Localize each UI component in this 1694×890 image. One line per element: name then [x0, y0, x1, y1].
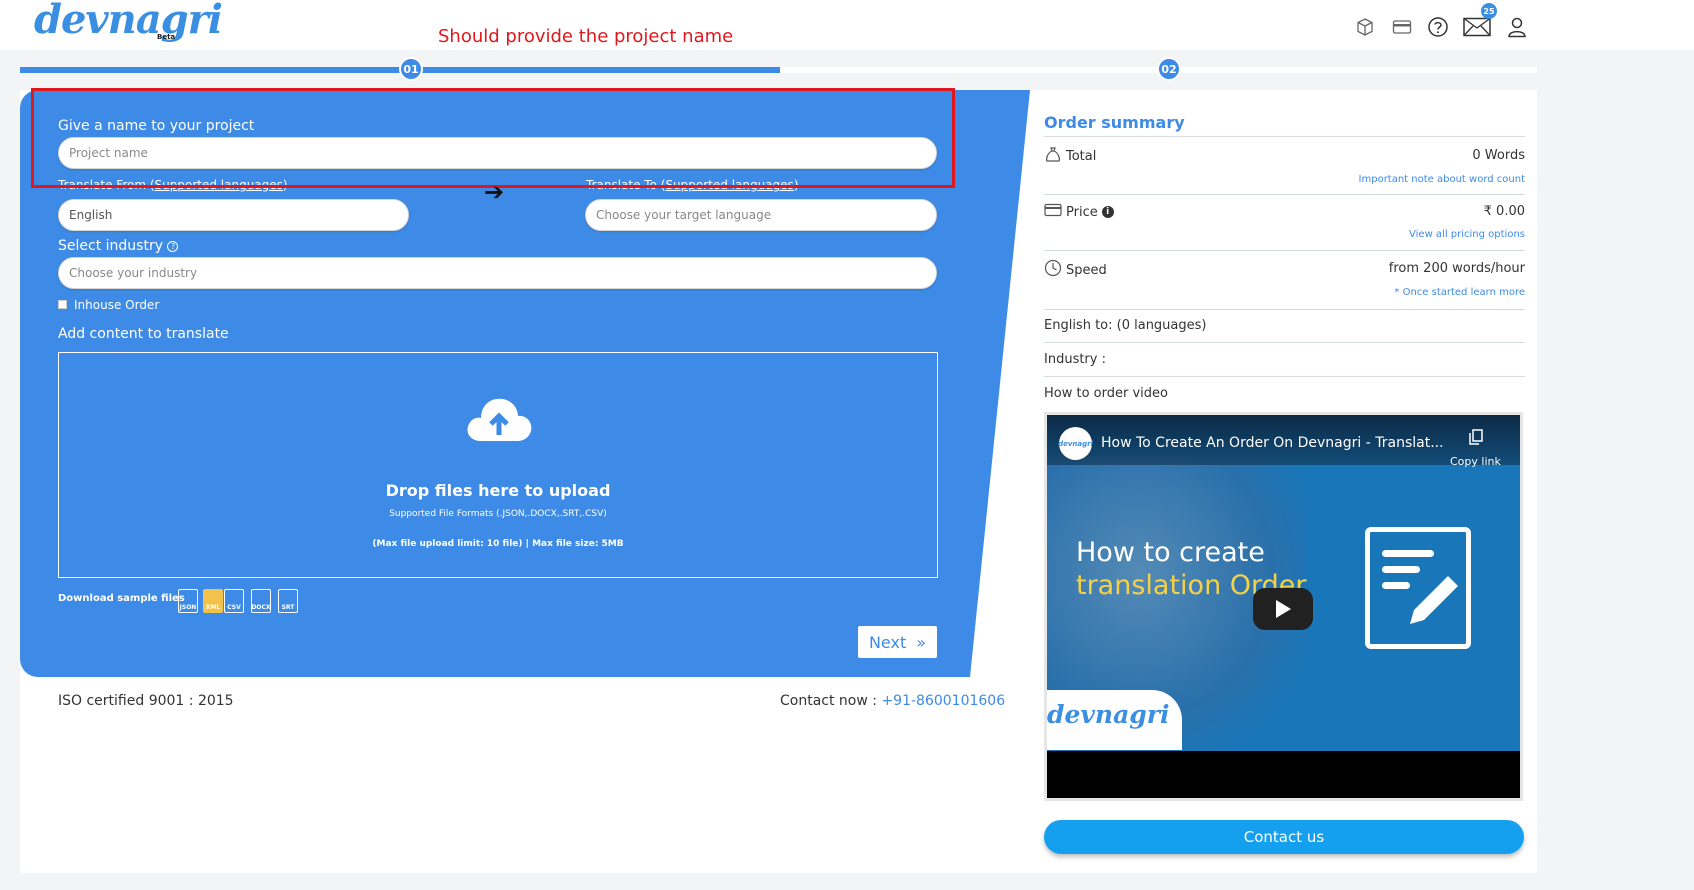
copy-link-label[interactable]: Copy link	[1450, 455, 1501, 468]
total-label: Total	[1066, 148, 1097, 164]
arrow-right-icon: ➔	[484, 178, 505, 206]
video-brand-logo: devnagri	[1047, 690, 1182, 750]
logo-beta-tag: Beta	[157, 33, 176, 41]
devnagri-logo[interactable]: devnagri	[34, 0, 223, 40]
weight-bag-icon	[1044, 145, 1062, 167]
divider	[1044, 250, 1525, 251]
info-icon[interactable]: i	[1101, 206, 1114, 218]
order-summary-title: Order summary	[1044, 113, 1185, 132]
clock-icon	[1044, 259, 1062, 281]
drop-files-formats: Supported File Formats (.JSON,.DOCX,.SRT…	[389, 509, 607, 519]
document-edit-icon	[1365, 527, 1471, 649]
speed-label: Speed	[1066, 262, 1107, 278]
languages-summary: English to: (0 languages)	[1044, 318, 1207, 333]
annotation-highlight-box	[31, 88, 955, 188]
price-label: Price	[1066, 204, 1098, 220]
select-industry-text: Select industry	[58, 238, 163, 254]
channel-avatar[interactable]: devnagri	[1058, 427, 1093, 460]
csv-file-icon[interactable]: CSV	[224, 589, 244, 613]
json-file-icon[interactable]: JSON	[178, 589, 198, 613]
select-industry-label: Select industry ?	[58, 238, 179, 254]
contact-now: Contact now : +91-8600101606	[780, 693, 1005, 709]
box-icon[interactable]	[1352, 14, 1378, 40]
inhouse-order-checkbox[interactable]	[58, 300, 67, 309]
next-button-label: Next	[868, 632, 907, 652]
industry-select[interactable]: Choose your industry	[58, 257, 937, 289]
divider	[1044, 309, 1525, 310]
mail-count-badge: 25	[1481, 3, 1497, 19]
step-1-indicator[interactable]: 01	[399, 57, 423, 81]
xml-file-icon[interactable]: XML	[203, 589, 223, 613]
speed-learn-more-link[interactable]: * Once started learn more	[1394, 287, 1525, 298]
divider	[1044, 136, 1525, 137]
price-value: ₹ 0.00	[1483, 204, 1525, 219]
drop-files-title: Drop files here to upload	[385, 481, 611, 500]
word-count-note-link[interactable]: Important note about word count	[1359, 174, 1525, 185]
speed-value: from 200 words/hour	[1388, 261, 1525, 276]
inhouse-order-label: Inhouse Order	[74, 298, 160, 312]
contact-us-button[interactable]: Contact us	[1044, 820, 1524, 854]
srt-file-icon[interactable]: SRT	[278, 589, 298, 613]
cloud-upload-icon	[463, 391, 535, 443]
video-thumbnail[interactable]: devnagri How To Create An Order On Devna…	[1047, 415, 1520, 751]
contact-now-label: Contact now :	[780, 693, 877, 709]
copy-icon[interactable]	[1469, 429, 1483, 445]
pricing-options-link[interactable]: View all pricing options	[1409, 229, 1525, 240]
docx-file-icon[interactable]: DOCX	[251, 589, 271, 613]
video-heading-line1: How to create	[1076, 537, 1265, 568]
next-button[interactable]: Next »	[858, 626, 937, 658]
iso-certification: ISO certified 9001 : 2015	[58, 693, 234, 709]
translate-from-select[interactable]: English	[58, 199, 409, 231]
play-button[interactable]	[1253, 588, 1313, 630]
step-2-indicator[interactable]: 02	[1157, 57, 1181, 81]
price-card-icon	[1044, 203, 1062, 221]
help-icon[interactable]	[1425, 14, 1451, 40]
user-icon[interactable]	[1504, 14, 1530, 40]
divider	[1044, 194, 1525, 195]
total-value: 0 Words	[1472, 148, 1525, 163]
annotation-text: Should provide the project name	[438, 26, 734, 47]
drop-files-limit: (Max file upload limit: 10 file) | Max f…	[372, 539, 624, 549]
industry-summary: Industry :	[1044, 352, 1106, 367]
info-circle-icon[interactable]: ?	[167, 241, 179, 252]
divider	[1044, 342, 1525, 343]
file-dropzone[interactable]: Drop files here to upload Supported File…	[58, 352, 938, 578]
download-sample-label: Download sample files	[58, 593, 185, 604]
speed-row-label: Speed	[1044, 259, 1107, 281]
translate-to-select[interactable]: Choose your target language	[585, 199, 937, 231]
total-row-label: Total	[1044, 145, 1096, 167]
price-row-label: Price i	[1044, 203, 1114, 221]
how-to-order-label: How to order video	[1044, 386, 1168, 401]
contact-phone-link[interactable]: +91-8600101606	[881, 693, 1005, 709]
divider	[1044, 376, 1525, 377]
video-title[interactable]: How To Create An Order On Devnagri - Tra…	[1101, 435, 1444, 451]
add-content-label: Add content to translate	[58, 326, 229, 342]
card-icon[interactable]	[1389, 14, 1415, 40]
how-to-order-video[interactable]: devnagri How To Create An Order On Devna…	[1044, 412, 1523, 801]
double-chevron-right-icon: »	[916, 632, 927, 652]
